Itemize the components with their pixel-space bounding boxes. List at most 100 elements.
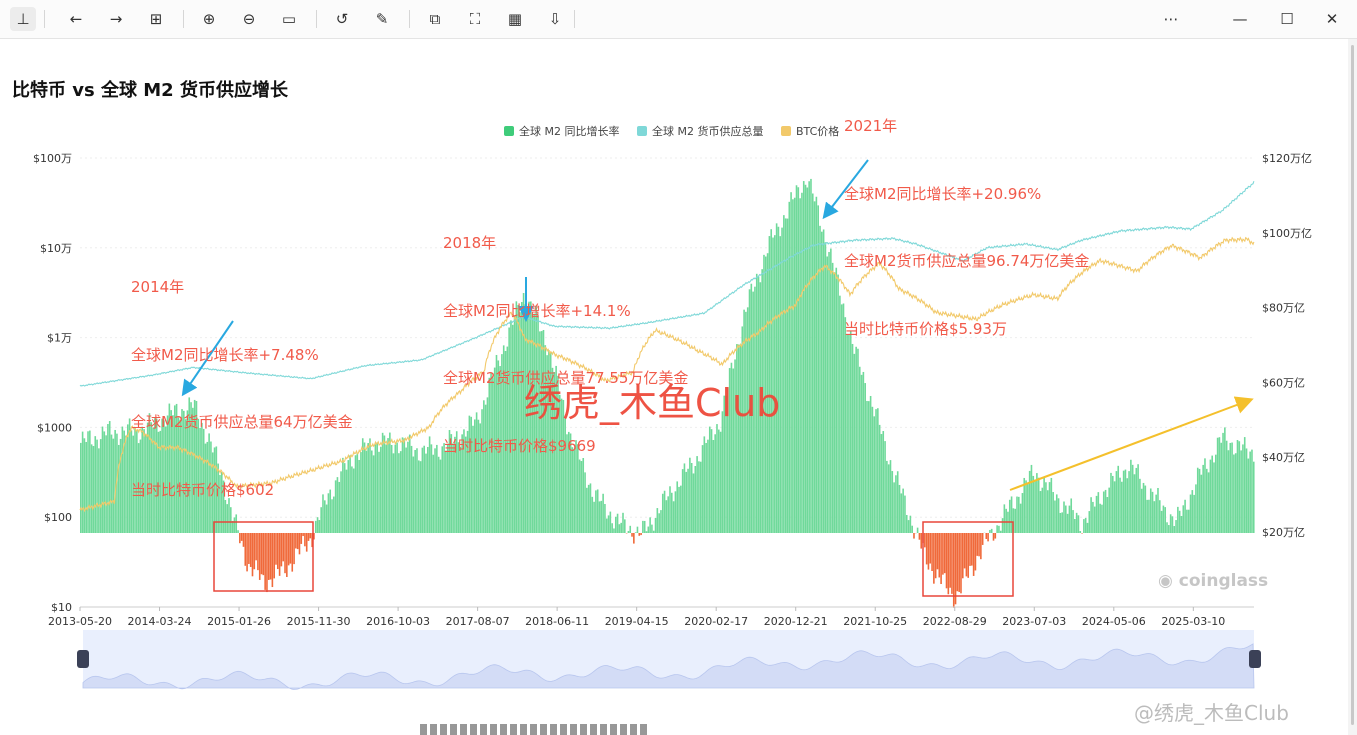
growth-bar	[605, 518, 608, 533]
growth-bar-negative	[638, 533, 641, 536]
growth-bar	[1063, 501, 1065, 533]
growth-bar	[801, 192, 803, 533]
growth-bar	[1124, 469, 1127, 533]
x-tick-label: 2020-02-17	[684, 615, 748, 628]
logo-text: coinglass	[1178, 571, 1269, 591]
growth-bar	[369, 438, 371, 533]
growth-bar-negative	[965, 533, 968, 577]
growth-bar	[714, 434, 716, 533]
growth-bar	[647, 526, 650, 533]
growth-bar	[658, 513, 660, 533]
growth-bar	[642, 520, 644, 533]
growth-bar	[1231, 442, 1233, 533]
x-tick-label: 2015-11-30	[287, 615, 351, 628]
zoom-handle-right[interactable]	[1249, 650, 1261, 668]
growth-bar	[661, 493, 664, 533]
x-tick-label: 2015-01-26	[207, 615, 271, 628]
growth-bar	[1151, 491, 1154, 533]
growth-bar	[839, 295, 841, 533]
growth-bar	[696, 456, 698, 533]
growth-bar	[905, 514, 908, 533]
growth-bar-negative	[951, 533, 953, 594]
growth-bar	[1233, 454, 1235, 533]
growth-bar	[846, 334, 848, 533]
growth-bar	[85, 441, 88, 533]
zoom-handle-left[interactable]	[77, 650, 89, 668]
growth-bar	[94, 436, 97, 533]
growth-bar	[596, 489, 599, 533]
growth-bar-negative	[239, 533, 241, 544]
growth-bar	[356, 452, 359, 533]
growth-bar	[624, 519, 626, 533]
growth-bar	[822, 229, 825, 533]
growth-bar-negative	[942, 533, 944, 575]
zoom-slider[interactable]	[77, 630, 1261, 690]
growth-bar	[797, 187, 800, 534]
growth-bar	[790, 192, 792, 534]
growth-bar	[1088, 511, 1091, 533]
annotation-year: 2014年	[131, 278, 185, 296]
growth-bar	[1164, 507, 1167, 533]
growth-bar	[741, 326, 744, 533]
growth-bar	[1117, 465, 1120, 533]
growth-bar	[595, 490, 597, 533]
source-watermark: @绣虎_木鱼Club	[1134, 701, 1289, 725]
growth-bar	[1173, 526, 1176, 533]
annotation-growth: 全球M2同比增长率+14.1%	[443, 301, 631, 320]
growth-bar-negative	[945, 533, 948, 589]
growth-bar	[793, 197, 796, 533]
growth-bar-negative	[925, 533, 928, 565]
growth-bar	[674, 491, 677, 533]
growth-bar-negative	[262, 533, 265, 576]
y-right-tick-label: $40万亿	[1262, 451, 1305, 464]
growth-bar	[1131, 464, 1134, 533]
chart-legend[interactable]: 全球 M2 同比增长率 全球 M2 货币供应总量 BTC价格	[504, 124, 839, 138]
legend-swatch	[637, 126, 647, 136]
growth-bar	[821, 231, 823, 533]
growth-bar	[1252, 461, 1255, 533]
growth-bar	[1102, 491, 1105, 533]
growth-bar	[378, 451, 380, 533]
growth-bar	[1074, 518, 1076, 533]
growth-bar	[434, 448, 436, 533]
growth-bar	[694, 466, 697, 533]
growth-bar	[1135, 467, 1138, 533]
growth-bar	[1101, 504, 1103, 533]
growth-bar	[1046, 490, 1049, 533]
growth-bar	[1121, 481, 1123, 533]
growth-bar	[851, 343, 854, 533]
growth-bar	[784, 218, 787, 533]
growth-bar	[1224, 427, 1226, 533]
y-left-tick-label: $1000	[37, 421, 72, 434]
growth-bar	[1090, 497, 1092, 533]
y-left-tick-label: $100	[44, 511, 72, 524]
growth-bar	[1039, 491, 1042, 533]
growth-bar-negative	[255, 533, 257, 561]
growth-bar-negative	[267, 533, 270, 580]
growth-bar	[1023, 477, 1026, 533]
growth-bar	[665, 500, 668, 533]
growth-bar	[1144, 485, 1147, 533]
growth-bar	[1097, 492, 1100, 533]
growth-bar	[1171, 516, 1174, 533]
growth-bar	[1209, 459, 1212, 533]
growth-bar	[678, 486, 680, 533]
growth-bar	[1247, 458, 1250, 533]
growth-bar	[1086, 522, 1089, 533]
growth-bar	[396, 442, 398, 533]
growth-bar-negative	[249, 533, 252, 567]
growth-bar	[1050, 477, 1053, 533]
growth-bar	[857, 348, 859, 533]
coinglass-logo: ◉ coinglass	[1158, 571, 1269, 591]
growth-bar	[425, 453, 427, 533]
growth-bar	[584, 472, 586, 533]
growth-bar	[1001, 518, 1004, 533]
growth-bar	[1149, 488, 1152, 533]
growth-bar	[90, 444, 93, 533]
growth-bar-negative	[933, 533, 935, 584]
growth-bar-negative	[981, 533, 984, 545]
growth-bar	[1034, 479, 1036, 533]
growth-bar	[654, 518, 657, 533]
growth-bar	[1115, 471, 1118, 533]
growth-bar	[828, 252, 830, 533]
